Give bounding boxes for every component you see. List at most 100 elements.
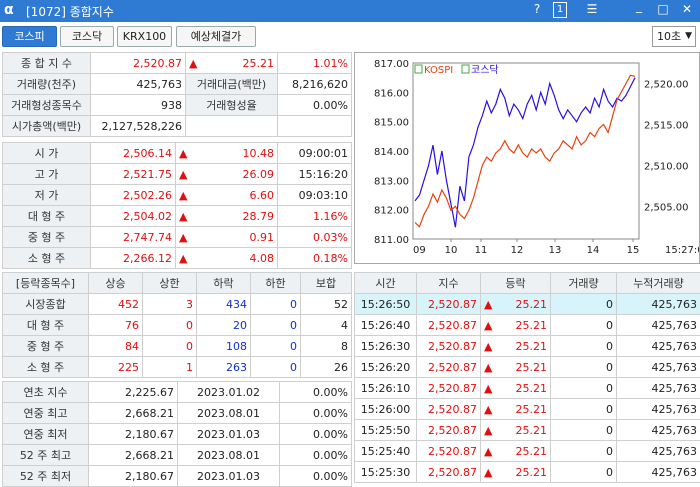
- ohlc-label: 중 형 주: [2, 226, 91, 248]
- yearly-row: 연초 지수 2,225.67 2023.01.02 0.00%: [2, 381, 352, 403]
- tick-row[interactable]: 15:26:30 2,520.87 ▲ 25.21 0 425,763: [354, 335, 700, 357]
- up-arrow-icon: ▲: [484, 318, 493, 332]
- tick-cum-volume: 425,763: [616, 335, 700, 357]
- ohlc-change-cell: ▲ 10.48: [175, 142, 278, 164]
- tab-kospi[interactable]: 코스피: [2, 26, 57, 47]
- tick-change: 25.21: [515, 402, 548, 416]
- help-button[interactable]: ?: [528, 2, 546, 16]
- yearly-date: 2023.01.03: [177, 465, 280, 487]
- up-arrow-icon: ▲: [484, 423, 493, 437]
- breadth-up: 225: [88, 356, 143, 378]
- breadth-header: 상한: [142, 272, 197, 294]
- summary-table: 종 합 지 수 2,520.87 ▲ 25.21 1.01% 거래량(천주) 42…: [2, 52, 352, 137]
- tick-row[interactable]: 15:26:50 2,520.87 ▲ 25.21 0 425,763: [354, 293, 700, 315]
- left-tick-label: 817.00: [374, 59, 409, 70]
- left-tick-label: 812.00: [374, 206, 409, 217]
- ohlc-change: 28.79: [242, 209, 275, 223]
- tick-change: 25.21: [515, 444, 548, 458]
- breadth-uplimit: 0: [142, 314, 197, 336]
- index-value: 2,520.87: [90, 52, 186, 74]
- tick-time: 15:26:40: [354, 314, 417, 336]
- breadth-flat: 26: [300, 356, 352, 378]
- breadth-down: 108: [196, 335, 251, 357]
- volume-label: 거래량(천주): [2, 73, 91, 95]
- breadth-row: 시장종합 452 3 434 0 52: [2, 293, 352, 315]
- tick-row[interactable]: 15:26:00 2,520.87 ▲ 25.21 0 425,763: [354, 398, 700, 420]
- breadth-label: 대 형 주: [2, 314, 89, 336]
- breadth-row: 소 형 주 225 1 263 0 26: [2, 356, 352, 378]
- up-arrow-icon: ▲: [179, 146, 188, 160]
- right-tick-label: 2,515.00: [644, 120, 689, 131]
- left-tick-label: 814.00: [374, 147, 409, 158]
- breadth-flat: 8: [300, 335, 352, 357]
- yearly-pct: 0.00%: [279, 381, 352, 403]
- amount-label: 거래대금(백만): [185, 73, 278, 95]
- tab-expected-price[interactable]: 예상체결가: [176, 26, 256, 47]
- up-arrow-icon: ▲: [484, 360, 493, 374]
- yearly-row: 52 주 최고 2,668.21 2023.08.01 0.00%: [2, 444, 352, 466]
- yearly-label: 52 주 최저: [2, 465, 89, 487]
- tick-index: 2,520.87: [416, 461, 481, 483]
- tick-row[interactable]: 15:26:20 2,520.87 ▲ 25.21 0 425,763: [354, 356, 700, 378]
- menu-icon[interactable]: ☰: [583, 2, 601, 16]
- ohlc-change: 6.60: [249, 188, 275, 202]
- tab-krx100[interactable]: KRX100: [117, 26, 172, 47]
- ohlc-value: 2,504.02: [90, 205, 176, 227]
- chevron-down-icon: ▼: [685, 31, 692, 41]
- yearly-label: 연중 최고: [2, 402, 89, 424]
- left-tick-label: 813.00: [374, 176, 409, 187]
- tick-volume: 0: [550, 293, 617, 315]
- tick-change-cell: ▲ 25.21: [480, 314, 551, 336]
- breadth-header: [등락종목수]: [2, 272, 89, 294]
- breadth-uplimit: 0: [142, 335, 197, 357]
- breadth-row: 중 형 주 84 0 108 0 8: [2, 335, 352, 357]
- ohlc-change: 4.08: [249, 251, 275, 265]
- yearly-row: 52 주 최저 2,180.67 2023.01.03 0.00%: [2, 465, 352, 487]
- close-button[interactable]: ✕: [678, 2, 696, 16]
- ohlc-row: 중 형 주 2,747.74 ▲ 0.91 0.03%: [2, 226, 352, 248]
- formed-rate-label: 거래형성율: [185, 94, 278, 116]
- left-tick-label: 811.00: [374, 235, 409, 246]
- ohlc-right-value: 1.16%: [277, 205, 352, 227]
- index-change: 25.21: [242, 56, 275, 70]
- maximize-button[interactable]: □: [654, 2, 672, 16]
- tick-volume: 0: [550, 377, 617, 399]
- up-arrow-icon: ▲: [484, 339, 493, 353]
- left-tick-label: 816.00: [374, 88, 409, 99]
- tick-row[interactable]: 15:26:10 2,520.87 ▲ 25.21 0 425,763: [354, 377, 700, 399]
- tick-row[interactable]: 15:26:40 2,520.87 ▲ 25.21 0 425,763: [354, 314, 700, 336]
- ohlc-value: 2,502.26: [90, 184, 176, 206]
- tick-time: 15:25:30: [354, 461, 417, 483]
- breadth-up: 76: [88, 314, 143, 336]
- tick-row[interactable]: 15:25:30 2,520.87 ▲ 25.21 0 425,763: [354, 461, 700, 483]
- ohlc-right-value: 0.18%: [277, 247, 352, 269]
- breadth-downlimit: 0: [250, 293, 301, 315]
- ohlc-row: 시 가 2,506.14 ▲ 10.48 09:00:01: [2, 142, 352, 164]
- yearly-pct: 0.00%: [279, 402, 352, 424]
- breadth-uplimit: 3: [142, 293, 197, 315]
- tick-row[interactable]: 15:25:40 2,520.87 ▲ 25.21 0 425,763: [354, 440, 700, 462]
- breadth-header: 하한: [250, 272, 301, 294]
- ohlc-change: 26.09: [242, 167, 275, 181]
- interval-select[interactable]: 10초 ▼: [652, 26, 696, 47]
- x-tick-label: 14: [587, 245, 600, 256]
- window-one-button[interactable]: 1: [553, 2, 567, 18]
- yearly-row: 연중 최저 2,180.67 2023.01.03 0.00%: [2, 423, 352, 445]
- breadth-down: 20: [196, 314, 251, 336]
- tick-time: 15:26:10: [354, 377, 417, 399]
- title-bar: α [1072] 종합지수 ? 1 ☰ _ □ ✕: [0, 0, 700, 22]
- tick-change-cell: ▲ 25.21: [480, 377, 551, 399]
- index-chart[interactable]: 817.00 816.00 815.00 814.00 813.00 812.00 811.…: [354, 52, 700, 264]
- minimize-button[interactable]: _: [630, 0, 648, 13]
- app-logo: α: [4, 2, 14, 18]
- ohlc-label: 저 가: [2, 184, 91, 206]
- ohlc-change: 0.91: [249, 230, 275, 244]
- tab-kosdaq[interactable]: 코스닥: [60, 26, 114, 47]
- breadth-header: 보합: [300, 272, 352, 294]
- tick-row[interactable]: 15:25:50 2,520.87 ▲ 25.21 0 425,763: [354, 419, 700, 441]
- formed-rate-value: 0.00%: [277, 94, 352, 116]
- tick-index: 2,520.87: [416, 314, 481, 336]
- interval-value: 10초: [657, 30, 682, 43]
- tick-header-row: 시간 지수 등락 거래량 누적거래량: [354, 272, 700, 294]
- breadth-uplimit: 1: [142, 356, 197, 378]
